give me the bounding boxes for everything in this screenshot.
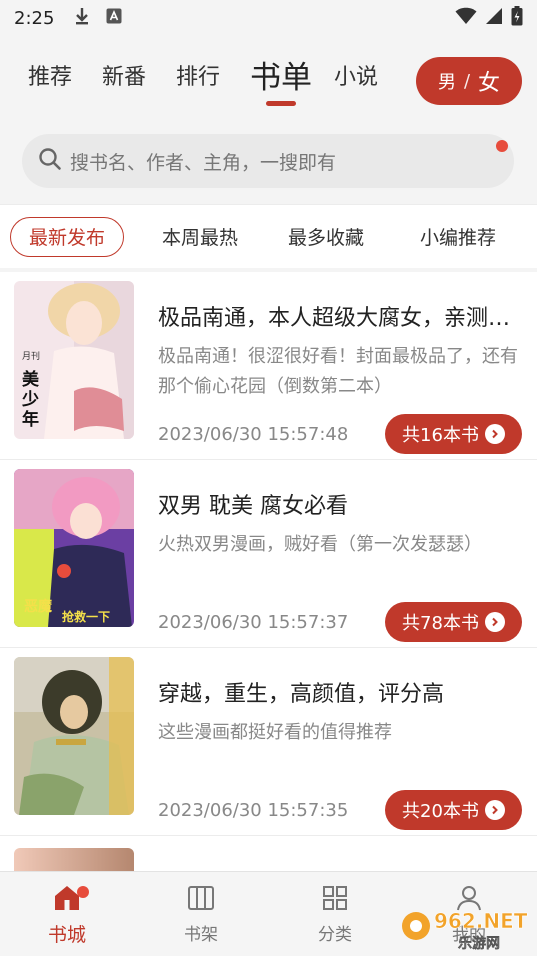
gender-female[interactable]: 女: [478, 65, 500, 97]
booklist-date: 2023/06/30 15:57:48: [158, 424, 349, 445]
chevron-right-icon: [484, 612, 505, 632]
status-bar: 2:25: [0, 0, 537, 36]
booklist-count: 共78本书: [402, 613, 479, 634]
booklist-item[interactable]: 穿越，重生，高颜值，评分高 这些漫画都挺好看的值得推荐 2023/06/30 1…: [0, 648, 537, 836]
filter-most-favorited[interactable]: 最多收藏: [260, 223, 392, 250]
booklist-desc: 极品南通！很涩很好看！封面最极品了，还有那个偷心花园（倒数第二本）: [158, 346, 518, 397]
status-time: 2:25: [14, 7, 55, 29]
tab-new[interactable]: 新番: [102, 60, 146, 96]
booklist-title[interactable]: 穿越，重生，高颜值，评分高: [158, 676, 522, 708]
nav-category[interactable]: 分类: [295, 884, 375, 945]
bookshelf-icon: [187, 884, 215, 916]
nav-label: 分类: [318, 925, 352, 945]
cover-title-line3: 年: [22, 409, 39, 430]
booklist-desc: 火热双男漫画，贼好看（第一次发瑟瑟）: [158, 534, 482, 555]
booklist-count-button[interactable]: 共78本书: [385, 602, 522, 642]
search-icon: [38, 147, 62, 175]
watermark-text: 962.NET: [434, 909, 528, 933]
chevron-right-icon: [484, 800, 505, 820]
booklist-cover[interactable]: [14, 657, 134, 815]
nav-notification-dot: [77, 886, 89, 898]
filter-editor-picks[interactable]: 小编推荐: [392, 223, 524, 250]
filter-weekly-hot[interactable]: 本周最热: [140, 223, 260, 250]
booklist-cover[interactable]: 恶魔 抢救一下: [14, 469, 134, 627]
cover-title-line1: 美: [22, 369, 40, 390]
notification-a-icon: [106, 8, 122, 28]
category-icon: [321, 884, 349, 916]
booklist-item[interactable]: 月刊 美 少 年 极品南通，本人超级大腐女，亲测… 极品南通！很涩很好看！封面最…: [0, 272, 537, 460]
download-icon: [74, 7, 90, 29]
tab-novel[interactable]: 小说: [334, 60, 378, 96]
search-placeholder: 搜书名、作者、主角，一搜即有: [70, 151, 337, 174]
filter-row: 最新发布 本周最热 最多收藏 小编推荐: [0, 204, 537, 268]
nav-bookstore[interactable]: 书城: [27, 884, 107, 947]
header: 推荐 新番 排行 书单 小说 男 / 女 搜书名、作者、主角，一搜即有: [0, 36, 537, 204]
search-bar[interactable]: 搜书名、作者、主角，一搜即有: [22, 134, 514, 188]
booklist-date: 2023/06/30 15:57:37: [158, 612, 349, 633]
chevron-right-icon: [484, 424, 505, 444]
watermark-subtext: 乐游网: [458, 935, 500, 952]
tab-ranking[interactable]: 排行: [176, 60, 220, 96]
gender-male[interactable]: 男: [438, 68, 456, 94]
booklist-item[interactable]: 恶魔 抢救一下 双男 耽美 腐女必看 火热双男漫画，贼好看（第一次发瑟瑟） 20…: [0, 460, 537, 648]
search-notification-dot: [496, 140, 508, 152]
svg-text:抢救一下: 抢救一下: [62, 609, 110, 624]
booklist-cover[interactable]: 月刊 美 少 年: [14, 281, 134, 439]
filter-latest[interactable]: 最新发布: [10, 216, 124, 257]
wifi-icon: [455, 7, 477, 29]
nav-bookshelf[interactable]: 书架: [161, 884, 241, 945]
booklist-title[interactable]: 极品南通，本人超级大腐女，亲测…: [158, 300, 522, 332]
booklist-count: 共20本书: [402, 801, 479, 822]
booklist-count: 共16本书: [402, 425, 479, 446]
cover-small-text: 月刊: [22, 350, 40, 362]
gender-switch[interactable]: 男 / 女: [416, 57, 522, 105]
booklist-date: 2023/06/30 15:57:35: [158, 800, 349, 821]
site-watermark: 962.NET 乐游网: [400, 904, 532, 952]
nav-label: 书城: [47, 924, 86, 946]
booklist-count-button[interactable]: 共20本书: [385, 790, 522, 830]
gender-separator: /: [463, 70, 471, 92]
cover-title-line2: 少: [21, 390, 39, 410]
booklist-title[interactable]: 双男 耽美 腐女必看: [158, 488, 522, 520]
nav-label: 书架: [184, 925, 218, 945]
booklist: 月刊 美 少 年 极品南通，本人超级大腐女，亲测… 极品南通！很涩很好看！封面最…: [0, 272, 537, 836]
tab-recommend[interactable]: 推荐: [28, 60, 72, 96]
top-tabs: 推荐 新番 排行 书单 小说: [28, 60, 408, 96]
tab-booklist[interactable]: 书单: [250, 60, 312, 96]
booklist-count-button[interactable]: 共16本书: [385, 414, 522, 454]
battery-icon: [511, 6, 523, 30]
booklist-item-partial[interactable]: [0, 836, 537, 876]
booklist-desc: 这些漫画都挺好看的值得推荐: [158, 722, 392, 743]
signal-icon: [485, 7, 503, 29]
svg-text:恶魔: 恶魔: [24, 598, 53, 615]
